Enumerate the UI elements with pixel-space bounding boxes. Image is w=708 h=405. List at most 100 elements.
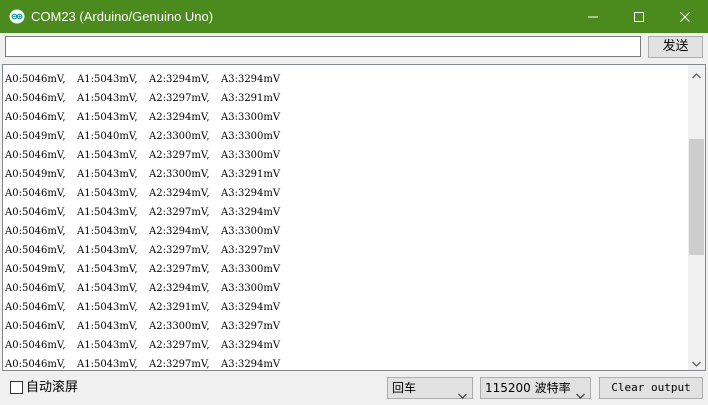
output-line: A0:5046mV, A1:5043mV, A2:3297mV, A3:3294mV: [5, 336, 685, 355]
scroll-up-button[interactable]: [688, 65, 705, 82]
output-line: A0:5046mV, A1:5043mV, A2:3294mV, A3:3300mV: [5, 222, 685, 241]
arduino-logo-icon: [9, 9, 25, 24]
output-value: A3:3300mV: [221, 226, 281, 237]
line-ending-value: 回车: [392, 381, 417, 395]
chevron-down-icon: [458, 385, 467, 405]
output-value: A1:5043mV,: [77, 264, 138, 275]
output-value: A2:3297mV,: [149, 150, 210, 161]
output-value: A3:3291mV: [221, 169, 281, 180]
output-value: A1:5043mV,: [77, 112, 138, 123]
output-value: A1:5043mV,: [77, 359, 138, 370]
output-line: A0:5046mV, A1:5043mV, A2:3297mV, A3:3297mV: [5, 241, 685, 260]
chevron-down-icon: [692, 352, 701, 370]
output-value: A1:5043mV,: [77, 74, 138, 85]
output-value: A2:3297mV,: [149, 93, 210, 104]
output-value: A3:3300mV: [221, 112, 281, 123]
close-icon: [680, 11, 690, 22]
minimize-icon: [588, 12, 598, 22]
output-value: A0:5046mV,: [5, 283, 66, 294]
output-line: A0:5046mV, A1:5043mV, A2:3297mV, A3:3294mV: [5, 355, 685, 370]
maximize-icon: [634, 11, 644, 22]
output-line: A0:5046mV, A1:5043mV, A2:3300mV, A3:3297mV: [5, 317, 685, 336]
title-bar: COM23 (Arduino/Genuino Uno): [0, 0, 708, 33]
send-input[interactable]: [5, 36, 641, 57]
line-ending-select[interactable]: 回车: [387, 377, 473, 399]
autoscroll-checkbox[interactable]: [10, 381, 23, 394]
output-line: A0:5046mV, A1:5043mV, A2:3297mV, A3:3294mV: [5, 203, 685, 222]
send-button[interactable]: 发送: [648, 36, 703, 58]
output-value: A0:5046mV,: [5, 74, 66, 85]
output-value: A0:5046mV,: [5, 226, 66, 237]
output-value: A3:3300mV: [221, 150, 281, 161]
output-value: A0:5046mV,: [5, 340, 66, 351]
output-value: A2:3294mV,: [149, 74, 210, 85]
baud-rate-select[interactable]: 115200 波特率: [480, 377, 591, 399]
output-value: A0:5046mV,: [5, 112, 66, 123]
clear-output-button[interactable]: Clear output: [599, 377, 703, 399]
output-line: A0:5049mV, A1:5043mV, A2:3297mV, A3:3300mV: [5, 260, 685, 279]
baud-rate-value: 115200 波特率: [485, 381, 571, 395]
output-value: A1:5043mV,: [77, 302, 138, 313]
output-value: A3:3294mV: [221, 188, 281, 199]
bottom-bar: 自动滚屏 回车 115200 波特率 Clear output: [0, 372, 708, 404]
output-value: A0:5046mV,: [5, 150, 66, 161]
output-value: A0:5046mV,: [5, 188, 66, 199]
window-title: COM23 (Arduino/Genuino Uno): [31, 9, 214, 24]
output-value: A2:3291mV,: [149, 302, 210, 313]
output-value: A2:3297mV,: [149, 340, 210, 351]
chevron-up-icon: [692, 65, 701, 83]
output-value: A2:3297mV,: [149, 264, 210, 275]
output-value: A0:5049mV,: [5, 131, 66, 142]
output-value: A1:5043mV,: [77, 169, 138, 180]
output-value: A3:3297mV: [221, 321, 281, 332]
output-value: A3:3294mV: [221, 359, 281, 370]
output-line: A0:5049mV, A1:5043mV, A2:3300mV, A3:3291mV: [5, 165, 685, 184]
chevron-down-icon: [576, 385, 585, 405]
output-value: A2:3294mV,: [149, 112, 210, 123]
output-lines: A0:5046mV, A1:5043mV, A2:3294mV, A3:3294mV A…: [5, 70, 685, 370]
output-value: A0:5046mV,: [5, 302, 66, 313]
output-line: A0:5046mV, A1:5043mV, A2:3294mV, A3:3300mV: [5, 279, 685, 298]
output-line: A0:5046mV, A1:5043mV, A2:3297mV, A3:3300mV: [5, 146, 685, 165]
output-value: A3:3300mV: [221, 131, 281, 142]
output-value: A1:5043mV,: [77, 150, 138, 161]
output-value: A1:5043mV,: [77, 207, 138, 218]
output-value: A2:3297mV,: [149, 207, 210, 218]
output-value: A0:5046mV,: [5, 359, 66, 370]
output-value: A2:3294mV,: [149, 283, 210, 294]
output-value: A2:3300mV,: [149, 131, 210, 142]
scroll-thumb[interactable]: [689, 139, 704, 255]
output-value: A0:5046mV,: [5, 245, 66, 256]
output-value: A3:3294mV: [221, 302, 281, 313]
output-value: A2:3294mV,: [149, 226, 210, 237]
minimize-button[interactable]: [570, 0, 616, 33]
output-value: A0:5049mV,: [5, 169, 66, 180]
output-line: A0:5049mV, A1:5040mV, A2:3300mV, A3:3300mV: [5, 127, 685, 146]
output-value: A1:5043mV,: [77, 283, 138, 294]
output-value: A1:5043mV,: [77, 188, 138, 199]
scroll-down-button[interactable]: [688, 353, 705, 370]
output-value: A1:5040mV,: [77, 131, 138, 142]
output-value: A1:5043mV,: [77, 321, 138, 332]
output-line: A0:5046mV, A1:5043mV, A2:3294mV, A3:3294mV: [5, 184, 685, 203]
output-value: A0:5046mV,: [5, 321, 66, 332]
output-value: A3:3294mV: [221, 207, 281, 218]
output-line: A0:5046mV, A1:5043mV, A2:3291mV, A3:3294mV: [5, 298, 685, 317]
send-toolbar: 发送: [0, 33, 708, 63]
output-value: A1:5043mV,: [77, 93, 138, 104]
output-value: A0:5046mV,: [5, 207, 66, 218]
vertical-scrollbar[interactable]: [688, 65, 705, 370]
maximize-button[interactable]: [616, 0, 662, 33]
output-value: A1:5043mV,: [77, 245, 138, 256]
output-value: A0:5046mV,: [5, 93, 66, 104]
output-value: A2:3297mV,: [149, 359, 210, 370]
close-button[interactable]: [662, 0, 708, 33]
output-value: A3:3297mV: [221, 245, 281, 256]
output-value: A3:3291mV: [221, 93, 281, 104]
output-value: A1:5043mV,: [77, 340, 138, 351]
output-value: A2:3300mV,: [149, 169, 210, 180]
output-value: A3:3294mV: [221, 74, 281, 85]
output-value: A3:3300mV: [221, 283, 281, 294]
output-value: A2:3297mV,: [149, 245, 210, 256]
serial-output[interactable]: A0:5046mV, A1:5043mV, A2:3294mV, A3:3294mV A…: [2, 64, 706, 371]
